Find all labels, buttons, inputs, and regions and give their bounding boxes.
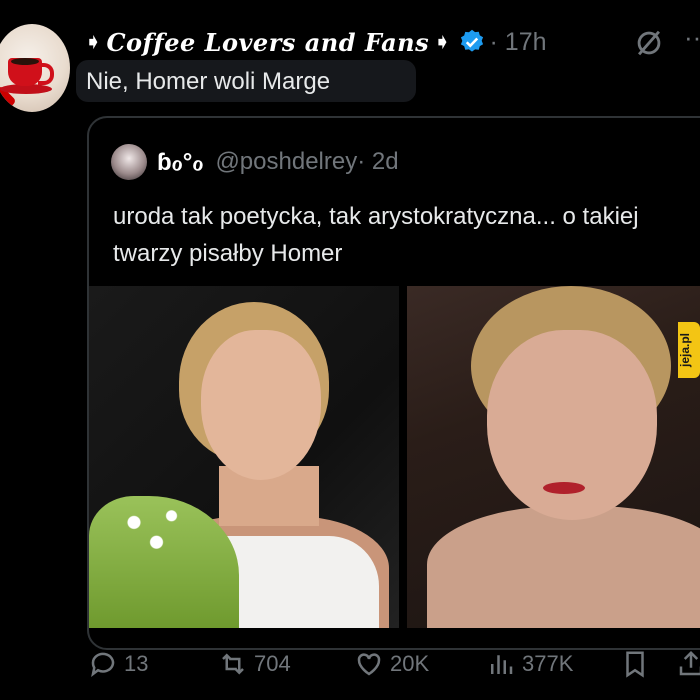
quoted-avatar[interactable] (111, 144, 147, 180)
views-icon (491, 655, 513, 674)
like-icon (357, 653, 381, 676)
name-prefix-decoration: ➧ (84, 29, 103, 54)
reply-button[interactable]: 13 (88, 646, 148, 682)
bookmark-button[interactable] (620, 646, 656, 682)
photo1-face (201, 330, 321, 480)
author-name[interactable]: Coffee Lovers and Fans (106, 28, 429, 57)
photo1-bouquet (89, 496, 239, 628)
quoted-photo-2[interactable] (407, 286, 700, 628)
quoted-post[interactable]: ɓℴ°ℴ @poshdelrey · 2d uroda tak poetycka… (87, 116, 700, 650)
photo2-shoulders (427, 506, 700, 628)
action-bar: 13 704 20K 377K (88, 646, 700, 682)
jeja-watermark: jeja.pl (678, 322, 700, 378)
verified-icon (460, 29, 483, 52)
bookmark-icon (626, 651, 644, 678)
repost-count: 704 (254, 651, 291, 676)
repost-button[interactable]: 704 (218, 646, 291, 682)
repost-icon (222, 653, 244, 675)
reply-icon (91, 652, 115, 677)
views-button[interactable]: 377K (486, 646, 573, 682)
quoted-header: ɓℴ°ℴ @poshdelrey · 2d (111, 144, 399, 180)
post-text-bubble: Nie, Homer woli Marge (76, 60, 416, 102)
author-avatar[interactable] (0, 24, 70, 112)
reply-count: 13 (124, 651, 149, 676)
like-count: 20K (390, 651, 430, 676)
quoted-handle[interactable]: @poshdelrey (215, 148, 357, 176)
coffee-surface (11, 58, 39, 65)
views-count: 377K (522, 651, 574, 676)
quoted-photo-1[interactable] (89, 286, 399, 628)
quoted-text: uroda tak poetycka, tak arystokratyczna.… (113, 203, 639, 267)
post-header: ➧ Coffee Lovers and Fans ➧ · 17h (84, 22, 547, 62)
grok-icon[interactable] (632, 26, 666, 60)
share-button[interactable] (676, 646, 700, 682)
more-options-button[interactable]: ·· (684, 22, 700, 53)
cup-handle (38, 63, 54, 85)
photo2-lips (543, 482, 585, 494)
post-time[interactable]: · 17h (490, 28, 547, 57)
share-icon (679, 650, 700, 676)
like-button[interactable]: 20K (354, 646, 429, 682)
quoted-display-name[interactable]: ɓℴ°ℴ (157, 148, 203, 177)
post-text: Nie, Homer woli Marge (86, 68, 331, 95)
name-suffix-decoration: ➧ (433, 29, 452, 54)
quoted-time[interactable]: · 2d (357, 148, 398, 176)
